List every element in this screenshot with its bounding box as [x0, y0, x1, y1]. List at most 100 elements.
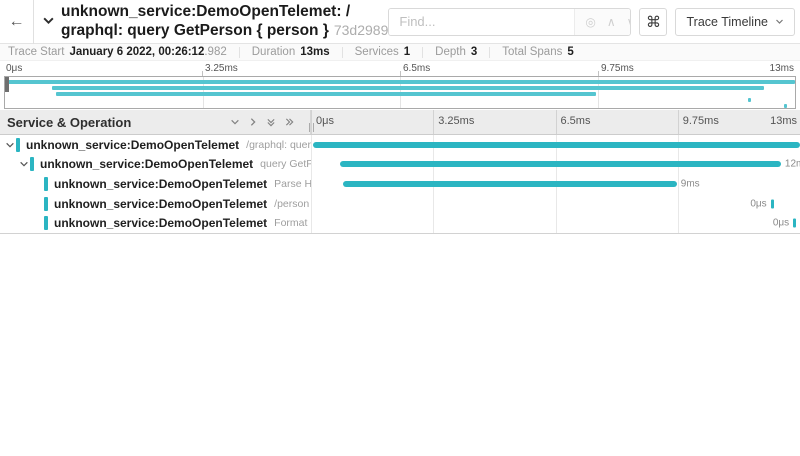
- total-spans-stat: Total Spans 5: [490, 47, 586, 58]
- expand-all-icon[interactable]: [284, 117, 295, 127]
- find-next-icon[interactable]: ∨: [627, 16, 632, 28]
- span-duration-label: 9ms: [681, 178, 700, 189]
- span-bar[interactable]: [343, 181, 677, 187]
- duration-stat: Duration 13ms: [240, 47, 343, 58]
- depth-stat: Depth 3: [423, 47, 490, 58]
- span-row[interactable]: unknown_service:DemoOpenTelemet /graphql…: [0, 135, 800, 155]
- trace-title-line1: unknown_service:DemoOpenTelemet: /: [61, 3, 388, 21]
- span-rows: unknown_service:DemoOpenTelemet /graphql…: [0, 135, 800, 234]
- operation-name: query GetPerson { person }: [260, 158, 311, 170]
- minimap-span-bar: [748, 98, 751, 102]
- ruler-gridline: [678, 110, 679, 134]
- ruler-gridline: [433, 110, 434, 134]
- trace-collapse-toggle[interactable]: [42, 14, 55, 32]
- span-duration-label: 12ms: [785, 159, 800, 170]
- span-timeline-cell[interactable]: 0μs: [311, 213, 800, 233]
- span-bar[interactable]: [771, 199, 774, 208]
- find-controls: ◎ ∧ ∨ ×: [574, 9, 631, 35]
- minimap-span-bar: [56, 92, 596, 96]
- ruler-tick: 9.75ms: [601, 63, 634, 74]
- chevron-down-icon[interactable]: [18, 159, 30, 169]
- service-color-indicator: [44, 197, 48, 211]
- find-group: ◎ ∧ ∨ ×: [388, 8, 631, 36]
- trace-title-line2: graphql: query GetPerson { person }73d29…: [61, 21, 388, 40]
- service-name: unknown_service:DemoOpenTelemet: [54, 197, 267, 211]
- collapse-all-icon[interactable]: [266, 117, 276, 128]
- tree-controls: [230, 117, 295, 128]
- ruler-tick: 6.5ms: [403, 63, 430, 74]
- command-icon: ⌘: [646, 13, 661, 31]
- span-name-cell[interactable]: unknown_service:DemoOpenTelemet query Ge…: [0, 155, 311, 175]
- back-arrow-icon: ←: [9, 13, 25, 31]
- service-name: unknown_service:DemoOpenTelemet: [40, 157, 253, 171]
- ruler-tick: 0μs: [6, 63, 22, 74]
- chevron-down-icon: [42, 14, 55, 32]
- minimap-ruler: 0μs 3.25ms 6.5ms 9.75ms 13ms: [4, 61, 796, 76]
- page-title: unknown_service:DemoOpenTelemet: / graph…: [61, 3, 388, 40]
- back-button[interactable]: ←: [0, 0, 34, 44]
- trace-id: 73d2989: [334, 22, 389, 38]
- ruler-tick: 9.75ms: [683, 115, 719, 127]
- service-name: unknown_service:DemoOpenTelemet: [26, 138, 239, 152]
- span-name-cell[interactable]: unknown_service:DemoOpenTelemet Parse HT…: [0, 174, 311, 194]
- span-timeline-cell[interactable]: 12ms: [311, 155, 800, 175]
- viewport-scrubber-handle[interactable]: [5, 77, 9, 92]
- keyboard-shortcuts-button[interactable]: ⌘: [639, 8, 667, 36]
- ruler-tick: 3.25ms: [205, 63, 238, 74]
- span-row[interactable]: unknown_service:DemoOpenTelemet Parse HT…: [0, 174, 800, 194]
- trace-start-stat: Trace Start January 6 2022, 00:26:12 .98…: [8, 47, 240, 58]
- service-color-indicator: [16, 138, 20, 152]
- chevron-down-icon[interactable]: [4, 140, 16, 150]
- trace-minimap[interactable]: [4, 76, 796, 109]
- span-table-header: Service & Operation: [0, 110, 800, 135]
- service-color-indicator: [30, 157, 34, 171]
- minimap-span-bar: [52, 86, 765, 90]
- service-operation-header: Service & Operation: [0, 110, 311, 134]
- view-selector-label: Trace Timeline: [686, 15, 768, 29]
- span-duration-label: 0μs: [750, 198, 766, 209]
- operation-name: /graphql: query GetPerson { person }: [246, 139, 311, 151]
- span-duration-label: 0μs: [773, 218, 789, 229]
- span-row[interactable]: unknown_service:DemoOpenTelemet Format H…: [0, 213, 800, 233]
- locate-icon[interactable]: ◎: [585, 16, 595, 28]
- span-bar[interactable]: [313, 142, 800, 148]
- timeline-ruler: 0μs 3.25ms 6.5ms 9.75ms 13ms: [311, 110, 800, 134]
- service-name: unknown_service:DemoOpenTelemet: [54, 216, 267, 230]
- trace-timeline-page: ← unknown_service:DemoOpenTelemet: / gra…: [0, 0, 800, 456]
- ruler-gridline: [556, 110, 557, 134]
- span-row[interactable]: unknown_service:DemoOpenTelemet query Ge…: [0, 155, 800, 175]
- service-color-indicator: [44, 216, 48, 230]
- ruler-tick: 6.5ms: [561, 115, 591, 127]
- trace-summary-bar: Trace Start January 6 2022, 00:26:12 .98…: [0, 44, 800, 61]
- span-timeline-cell[interactable]: 0μs: [311, 194, 800, 214]
- span-bar[interactable]: [793, 219, 796, 228]
- span-name-cell[interactable]: unknown_service:DemoOpenTelemet Format H…: [0, 213, 311, 233]
- services-stat: Services 1: [343, 47, 424, 58]
- service-name: unknown_service:DemoOpenTelemet: [54, 177, 267, 191]
- span-name-cell[interactable]: unknown_service:DemoOpenTelemet /graphql…: [0, 135, 311, 155]
- ruler-tick: 0μs: [316, 115, 334, 127]
- service-color-indicator: [44, 177, 48, 191]
- expand-one-icon[interactable]: [248, 117, 258, 127]
- operation-name: Format HTTP Response: [274, 217, 311, 229]
- minimap-span-bar: [784, 104, 787, 108]
- span-timeline-cell[interactable]: 9ms: [311, 174, 800, 194]
- operation-name: Parse HTTP Request: [274, 178, 311, 190]
- ruler-tick: 13ms: [770, 63, 794, 74]
- trace-view-selector[interactable]: Trace Timeline: [675, 8, 795, 36]
- find-prev-icon[interactable]: ∧: [607, 16, 616, 28]
- column-resize-handle[interactable]: [309, 123, 314, 132]
- collapse-one-icon[interactable]: [230, 117, 240, 127]
- operation-name: /person: [274, 198, 309, 210]
- ruler-tick: 13ms: [770, 115, 797, 127]
- span-name-cell[interactable]: unknown_service:DemoOpenTelemet /person: [0, 194, 311, 214]
- chevron-down-icon: [775, 15, 784, 29]
- ruler-tick: 3.25ms: [438, 115, 474, 127]
- span-bar[interactable]: [340, 161, 781, 167]
- minimap-span-bar: [8, 80, 795, 84]
- span-row[interactable]: unknown_service:DemoOpenTelemet /person …: [0, 194, 800, 214]
- find-input[interactable]: [389, 9, 574, 35]
- service-operation-title: Service & Operation: [7, 115, 131, 130]
- page-header: ← unknown_service:DemoOpenTelemet: / gra…: [0, 0, 800, 44]
- span-timeline-cell[interactable]: [311, 135, 800, 155]
